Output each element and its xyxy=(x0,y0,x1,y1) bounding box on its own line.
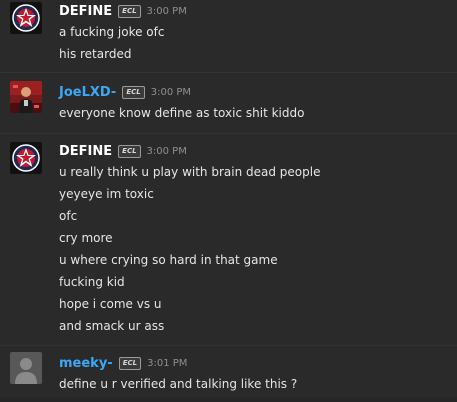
message-divider xyxy=(0,133,457,134)
message-header: JoeLXD- ECL 3:00 PM xyxy=(59,83,191,101)
message-line: fucking kid xyxy=(59,275,125,289)
message-line: u where crying so hard in that game xyxy=(59,253,278,267)
message-line: his retarded xyxy=(59,47,132,61)
message-header: meeky- ECL 3:01 PM xyxy=(59,354,187,372)
message-line: yeyeye im toxic xyxy=(59,187,154,201)
star-logo-icon xyxy=(10,2,42,34)
username[interactable]: DEFINE xyxy=(59,4,112,19)
message-line: u really think u play with brain dead pe… xyxy=(59,165,321,179)
message-line: and smack ur ass xyxy=(59,319,165,333)
message-line: hope i come vs u xyxy=(59,297,162,311)
username[interactable]: meeky- xyxy=(59,356,113,371)
red-player-photo-avatar[interactable] xyxy=(10,81,42,113)
ecl-badge: ECL xyxy=(118,4,141,18)
username[interactable]: JoeLXD- xyxy=(59,85,116,100)
message-line: a fucking joke ofc xyxy=(59,25,165,39)
message-line: everyone know define as toxic shit kiddo xyxy=(59,106,305,120)
star-logo-icon xyxy=(10,142,42,174)
timestamp: 3:00 PM xyxy=(146,145,187,157)
message-line: define u r verified and talking like thi… xyxy=(59,377,298,391)
timestamp: 3:00 PM xyxy=(146,5,187,17)
message-line: cry more xyxy=(59,231,113,245)
ecl-badge: ECL xyxy=(122,85,145,99)
timestamp: 3:00 PM xyxy=(150,86,192,98)
ecl-badge: ECL xyxy=(118,356,142,370)
star-logo-avatar[interactable] xyxy=(10,142,42,174)
message-line: ofc xyxy=(59,209,78,223)
message-divider xyxy=(0,72,457,73)
username[interactable]: DEFINE xyxy=(59,144,112,159)
message-divider xyxy=(0,345,457,346)
default-user-avatar[interactable] xyxy=(10,352,42,384)
message-header: DEFINE ECL 3:00 PM xyxy=(59,2,187,20)
player-photo-icon xyxy=(10,81,42,113)
chat-log: DEFINE ECL 3:00 PM a fucking joke ofc hi… xyxy=(0,0,457,402)
ecl-badge: ECL xyxy=(118,144,141,158)
star-logo-avatar[interactable] xyxy=(10,2,42,34)
default-user-icon xyxy=(10,352,42,384)
bottom-edge xyxy=(0,397,457,402)
message-header: DEFINE ECL 3:00 PM xyxy=(59,142,187,160)
timestamp: 3:01 PM xyxy=(147,357,188,369)
